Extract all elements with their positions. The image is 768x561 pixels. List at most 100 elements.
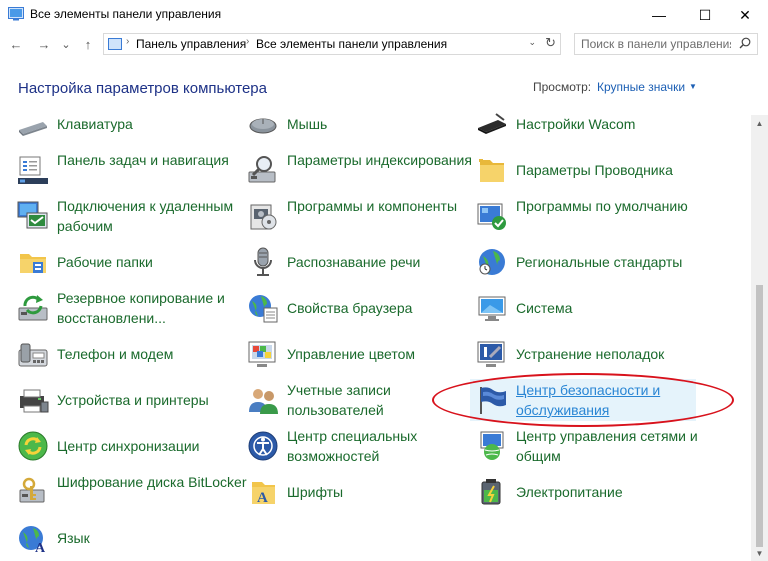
recent-locations-icon[interactable]: ⌄: [56, 34, 76, 54]
keyboard-icon: [19, 122, 47, 136]
breadcrumb-all-items[interactable]: Все элементы панели управления: [256, 37, 447, 51]
close-button[interactable]: ✕: [722, 0, 768, 30]
cp-item-network-center[interactable]: Центр управления сетями и общим: [476, 425, 698, 467]
cp-item-bitlocker[interactable]: Шифрование диска BitLocker: [17, 471, 247, 513]
cp-item-label[interactable]: Клавиатура: [57, 114, 257, 134]
cp-item-taskbar[interactable]: Панель задач и навигация: [17, 149, 237, 191]
cp-item-label[interactable]: Шрифты: [287, 482, 487, 502]
cp-item-label[interactable]: Язык: [57, 528, 257, 548]
cp-item-wacom[interactable]: Настройки Wacom: [476, 103, 696, 145]
cp-item-region[interactable]: Региональные стандарты: [476, 241, 696, 283]
cp-item-label[interactable]: Настройки Wacom: [516, 114, 716, 134]
cp-item-label[interactable]: Подключения к удаленным рабочим: [57, 196, 257, 236]
power-options-icon: [481, 479, 501, 505]
cp-item-mouse[interactable]: Мышь: [247, 103, 467, 145]
cp-item-remote-desktop[interactable]: Подключения к удаленным рабочим: [17, 195, 237, 237]
cp-item-label[interactable]: Центр специальных возможностей: [287, 426, 487, 466]
scrollbar-thumb[interactable]: [756, 285, 763, 547]
cp-item-label[interactable]: Шифрование диска BitLocker: [57, 472, 257, 492]
cp-item-label[interactable]: Программы по умолчанию: [516, 196, 716, 216]
svg-text:A: A: [257, 490, 268, 506]
cp-item-color-management[interactable]: Управление цветом: [247, 333, 467, 375]
phone-modem-icon: [18, 343, 48, 367]
cp-item-label[interactable]: Центр управления сетями и общим: [516, 426, 716, 466]
cp-item-internet-options[interactable]: Свойства браузера: [247, 287, 467, 329]
cp-item-label[interactable]: Центр синхронизации: [57, 436, 257, 456]
default-programs-icon: [477, 203, 506, 230]
window-title: Все элементы панели управления: [30, 7, 222, 21]
user-accounts-icon: [249, 389, 278, 414]
work-folders-icon: [20, 254, 46, 273]
up-arrow-icon[interactable]: ↑: [78, 34, 98, 54]
scroll-down-icon[interactable]: ▼: [751, 545, 768, 561]
cp-item-label[interactable]: Устройства и принтеры: [57, 390, 257, 410]
cp-item-indexing[interactable]: Параметры индексирования: [247, 149, 472, 191]
refresh-icon[interactable]: ↻: [545, 35, 556, 51]
search-icon[interactable]: [739, 37, 751, 49]
network-center-icon: [480, 431, 504, 460]
language-icon: A: [19, 526, 46, 554]
cp-item-troubleshooting[interactable]: Устранение неполадок: [476, 333, 696, 375]
caret-down-icon[interactable]: ▼: [689, 82, 697, 91]
breadcrumb-separator[interactable]: ›: [126, 36, 129, 47]
view-mode-dropdown[interactable]: Крупные значки ▼: [597, 80, 697, 94]
view-mode-value[interactable]: Крупные значки: [597, 80, 685, 94]
breadcrumb-separator[interactable]: ›: [246, 36, 249, 47]
navigation-bar: ← → ⌄ ↑ › Панель управления › Все элемен…: [0, 30, 768, 58]
cp-item-label[interactable]: Региональные стандарты: [516, 252, 716, 272]
internet-options-icon: [249, 295, 278, 323]
cp-item-label[interactable]: Система: [516, 298, 716, 318]
cp-item-label[interactable]: Свойства браузера: [287, 298, 487, 318]
cp-item-phone-modem[interactable]: Телефон и модем: [17, 333, 237, 375]
accessibility-icon: [248, 431, 278, 461]
control-panel-icon: [8, 7, 24, 21]
cp-item-programs[interactable]: Программы и компоненты: [247, 195, 467, 237]
cp-item-speech[interactable]: Распознавание речи: [247, 241, 467, 283]
cp-item-devices-printers[interactable]: Устройства и принтеры: [17, 379, 237, 421]
indexing-icon: [248, 156, 276, 183]
cp-item-label[interactable]: Телефон и модем: [57, 344, 257, 364]
scroll-up-icon[interactable]: ▲: [751, 115, 768, 131]
cp-item-system[interactable]: Система: [476, 287, 696, 329]
svg-text:A: A: [35, 541, 46, 554]
cp-item-accessibility[interactable]: Центр специальных возможностей: [247, 425, 467, 467]
cp-item-work-folders[interactable]: Рабочие папки: [17, 241, 237, 283]
forward-arrow-icon[interactable]: →: [34, 34, 54, 54]
view-label: Просмотр:: [533, 80, 592, 94]
devices-printers-icon: [20, 389, 49, 413]
cp-item-label[interactable]: Резервное копирование и восстановлени...: [57, 288, 257, 328]
cp-item-label[interactable]: Распознавание речи: [287, 252, 487, 272]
minimize-button[interactable]: —: [636, 0, 682, 30]
title-bar: Все элементы панели управления — ☐ ✕: [0, 0, 768, 30]
cp-item-label[interactable]: Параметры индексирования: [287, 150, 487, 170]
search-box[interactable]: [574, 33, 758, 55]
address-bar[interactable]: › Панель управления › Все элементы панел…: [103, 33, 561, 55]
cp-item-label[interactable]: Электропитание: [516, 482, 716, 502]
cp-item-backup[interactable]: Резервное копирование и восстановлени...: [17, 287, 237, 329]
vertical-scrollbar[interactable]: ▲ ▼: [751, 115, 768, 561]
cp-item-language[interactable]: A Язык: [17, 517, 237, 559]
cp-item-label[interactable]: Управление цветом: [287, 344, 487, 364]
back-arrow-icon[interactable]: ←: [6, 34, 26, 54]
microphone-icon: [254, 247, 272, 276]
cp-item-fonts[interactable]: A Шрифты: [247, 471, 467, 513]
cp-item-label[interactable]: Мышь: [287, 114, 487, 134]
cp-item-default-programs[interactable]: Программы по умолчанию: [476, 195, 696, 237]
cp-item-power-options[interactable]: Электропитание: [476, 471, 696, 513]
cp-item-label[interactable]: Параметры Проводника: [516, 160, 716, 180]
bitlocker-icon: [19, 477, 45, 503]
breadcrumb-control-panel[interactable]: Панель управления: [136, 37, 246, 51]
search-input[interactable]: [581, 37, 731, 51]
cp-item-sync-center[interactable]: Центр синхронизации: [17, 425, 237, 467]
cp-item-label[interactable]: Рабочие папки: [57, 252, 257, 272]
remote-desktop-icon: [17, 201, 48, 229]
wacom-icon: [478, 113, 506, 134]
explorer-options-icon: [479, 159, 504, 182]
cp-item-label[interactable]: Программы и компоненты: [287, 196, 487, 216]
cp-item-label[interactable]: Устранение неполадок: [516, 344, 716, 364]
address-dropdown-icon[interactable]: ⌄: [528, 37, 536, 48]
cp-item-label[interactable]: Панель задач и навигация: [57, 150, 257, 170]
cp-item-keyboard[interactable]: Клавиатура: [17, 103, 237, 145]
cp-item-explorer-options[interactable]: Параметры Проводника: [476, 149, 696, 191]
mouse-icon: [249, 118, 277, 134]
